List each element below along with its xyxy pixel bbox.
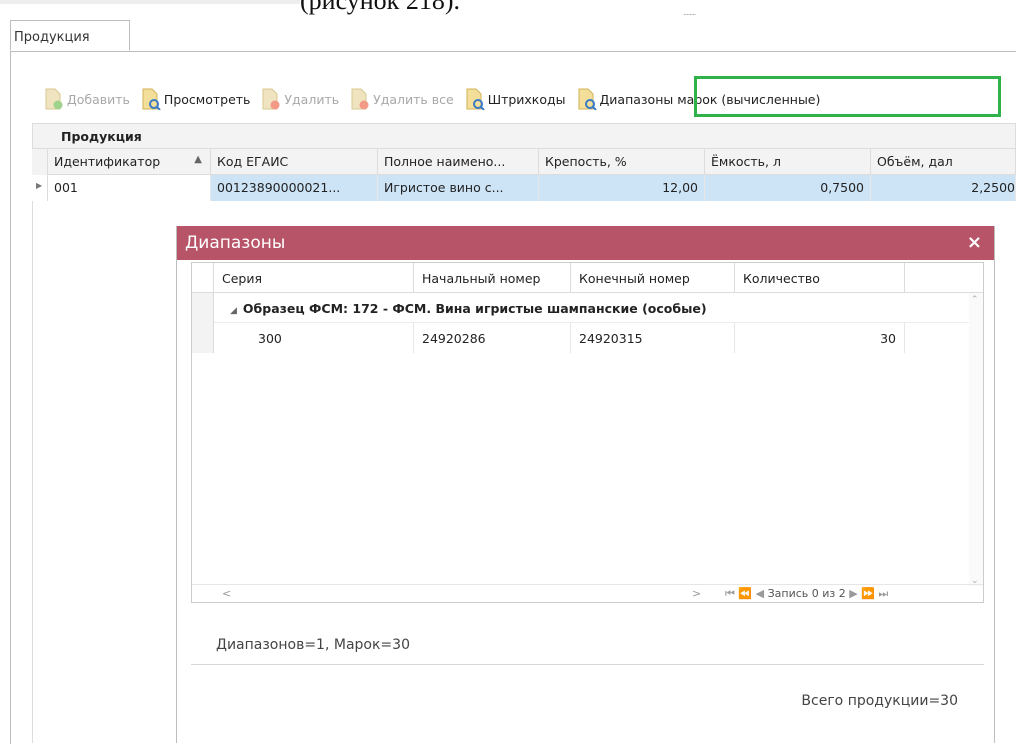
horizontal-scrollbar[interactable]: < > ⏮ ⏪ ◀ Запись 0 из 2 ▶ ⏩ ⏭ [192,584,983,602]
view-label: Просмотреть [163,91,251,107]
dialog-title-bar[interactable]: Диапазоны × [177,226,994,260]
cell-count: 30 [735,323,905,353]
column-id-label: Идентификатор [54,154,161,169]
cell-name: Игристое вино с... [378,175,539,201]
column-header-start[interactable]: Начальный номер [414,263,571,293]
column-header-id[interactable]: Идентификатор ▲ [48,149,211,175]
vertical-scrollbar[interactable]: ⌃ ⌄ [969,293,983,586]
band-label: Продукция [61,129,142,144]
group-indicator [192,293,214,323]
footer-divider [191,664,984,665]
add-label: Добавить [67,91,130,107]
scroll-left-icon[interactable]: < [222,587,231,600]
grid-left-border [32,201,33,743]
add-button[interactable]: Добавить [44,88,130,110]
last-record-icon[interactable]: ⏭ [878,587,888,600]
top-strip [0,0,300,4]
column-header-volume[interactable]: Объём, дал [871,149,1016,175]
cell-start-number: 24920286 [414,323,571,353]
delete-doc-icon [262,88,280,110]
view-button[interactable]: Просмотреть [141,88,251,110]
cell-strength: 12,00 [539,175,705,201]
cell-id: 001 [48,175,211,201]
column-header-strength[interactable]: Крепость, % [539,149,705,175]
row-indicator [192,323,214,353]
prev-record-icon[interactable]: ◀ [756,587,764,600]
scroll-up-icon[interactable]: ⌃ [971,295,979,305]
next-record-icon[interactable]: ▶ [849,587,857,600]
delete-label: Удалить [284,91,340,107]
cell-egais: 00123890000021... [211,175,378,201]
ranges-dialog: Диапазоны × Серия Начальный номер Конечн… [176,226,995,743]
document-caption: (рисунок 218). [300,0,460,15]
group-row[interactable]: ◢ Образец ФСМ: 172 - ФСМ. Вина игристые ш… [192,293,983,323]
group-label: Образец ФСМ: 172 - ФСМ. Вина игристые ша… [242,301,707,316]
close-icon[interactable]: × [967,232,982,253]
first-record-icon[interactable]: ⏮ [725,587,735,600]
header-indicator-cell [32,149,48,175]
grid-band-header: Продукция [32,123,1016,149]
view-doc-icon [142,88,161,110]
delete-button[interactable]: Удалить [261,88,339,110]
delete-all-label: Удалить все [373,91,454,107]
resize-grip: ........ [683,8,696,17]
table-row[interactable]: 300 24920286 24920315 30 [192,323,983,353]
scroll-right-icon[interactable]: > [692,587,701,600]
column-header-name[interactable]: Полное наимено... [378,149,539,175]
column-header-end[interactable]: Конечный номер [571,263,735,293]
barcode-doc-icon [466,88,485,110]
grid-column-header: Идентификатор ▲ Код ЕГАИС Полное наимено… [32,149,1016,175]
barcodes-button[interactable]: Штрихкоды [465,88,566,110]
column-header-empty [905,263,983,293]
cell-capacity: 0,7500 [705,175,871,201]
ranges-doc-icon [578,88,597,110]
prev-page-icon[interactable]: ⏪ [738,587,752,600]
dialog-title: Диапазоны [185,233,286,253]
ranges-summary: Диапазонов=1, Марок=30 [216,637,410,653]
cell-volume: 2,2500 [871,175,1016,201]
ranges-column-header: Серия Начальный номер Конечный номер Кол… [192,263,983,293]
collapse-triangle-icon[interactable]: ◢ [230,306,237,316]
sort-asc-icon: ▲ [194,154,202,165]
ranges-indicator-header [192,263,214,293]
row-indicator: ▶ [32,175,48,201]
column-header-egais[interactable]: Код ЕГАИС [211,149,378,175]
next-page-icon[interactable]: ⏩ [861,587,875,600]
barcodes-label: Штрихкоды [487,91,566,107]
products-total: Всего продукции=30 [801,693,958,709]
highlight-frame [694,76,1001,117]
column-header-series[interactable]: Серия [214,263,414,293]
add-doc-icon [45,88,63,110]
group-row-content: ◢ Образец ФСМ: 172 - ФСМ. Вина игристые ш… [222,293,962,323]
tab-products[interactable]: Продукция [10,20,130,51]
cell-end-number: 24920315 [571,323,735,353]
cell-series: 300 [214,323,414,353]
column-header-capacity[interactable]: Ёмкость, л [705,149,871,175]
record-navigator: ⏮ ⏪ ◀ Запись 0 из 2 ▶ ⏩ ⏭ [725,587,888,601]
column-header-count[interactable]: Количество [735,263,905,293]
delete-all-button[interactable]: Удалить все [350,88,454,110]
ranges-grid: Серия Начальный номер Конечный номер Кол… [191,262,984,603]
record-counter: Запись 0 из 2 [767,587,846,600]
table-row[interactable]: ▶ 001 00123890000021... Игристое вино с.… [32,175,1016,201]
row-pointer-icon: ▶ [36,181,43,190]
delete-all-doc-icon [351,88,369,110]
